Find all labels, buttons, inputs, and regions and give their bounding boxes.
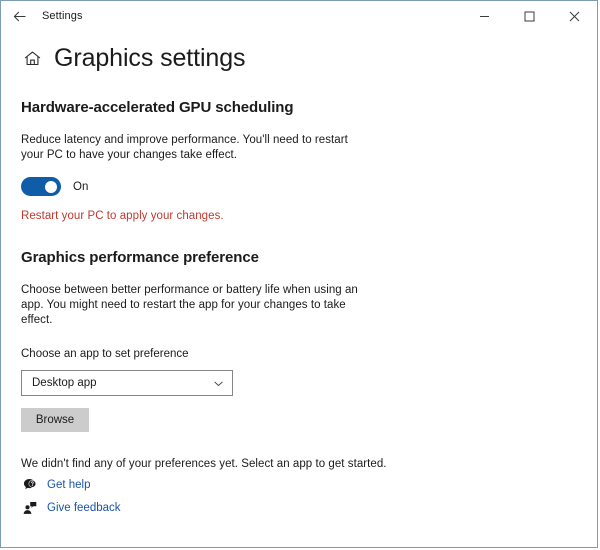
performance-preference-description: Choose between better performance or bat…	[21, 283, 361, 328]
home-icon[interactable]	[21, 47, 43, 69]
get-help-link-label: Get help	[47, 479, 90, 491]
gpu-scheduling-toggle-state: On	[73, 181, 88, 193]
page-header: Graphics settings	[21, 43, 577, 73]
help-bubble-icon	[21, 476, 39, 494]
maximize-icon[interactable]	[507, 1, 552, 31]
title-bar: Settings	[1, 1, 597, 31]
window-title: Settings	[42, 10, 83, 22]
get-help-link[interactable]: Get help	[21, 473, 121, 496]
chevron-down-icon	[213, 378, 224, 389]
restart-warning-text: Restart your PC to apply your changes.	[21, 210, 577, 222]
back-arrow-icon[interactable]	[1, 1, 37, 31]
app-type-dropdown-value: Desktop app	[32, 377, 213, 389]
app-type-dropdown[interactable]: Desktop app	[21, 370, 233, 396]
footer-links: Get help Give feedback	[21, 473, 121, 519]
performance-preference-heading: Graphics performance preference	[21, 249, 577, 266]
settings-window: Settings	[0, 0, 598, 548]
gpu-scheduling-description: Reduce latency and improve performance. …	[21, 133, 353, 163]
gpu-scheduling-toggle-row[interactable]: On	[21, 177, 577, 196]
empty-state-text: We didn't find any of your preferences y…	[21, 457, 577, 472]
toggle-knob	[45, 181, 57, 193]
close-icon[interactable]	[552, 1, 597, 31]
give-feedback-link[interactable]: Give feedback	[21, 496, 121, 519]
page-title: Graphics settings	[54, 43, 245, 73]
browse-button-wrap: Browse	[21, 408, 577, 432]
give-feedback-link-label: Give feedback	[47, 502, 121, 514]
gpu-scheduling-heading: Hardware-accelerated GPU scheduling	[21, 99, 577, 116]
browse-button[interactable]: Browse	[21, 408, 89, 432]
gpu-scheduling-toggle[interactable]	[21, 177, 61, 196]
minimize-icon[interactable]	[462, 1, 507, 31]
page-content: Graphics settings Hardware-accelerated G…	[1, 31, 597, 547]
feedback-person-icon	[21, 499, 39, 517]
caption-buttons	[462, 1, 597, 31]
app-picker-label: Choose an app to set preference	[21, 348, 577, 360]
